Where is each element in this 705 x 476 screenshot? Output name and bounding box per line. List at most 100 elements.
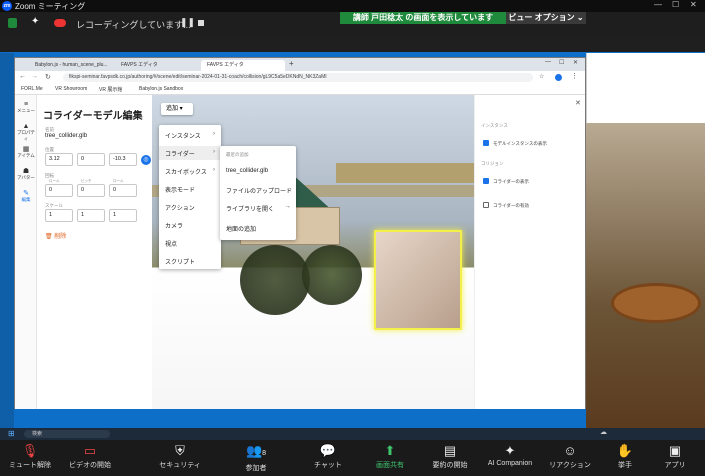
chat-button[interactable]: 💬 チャット [298, 442, 358, 470]
start-summary-button[interactable]: ▤ 要約の開始 [420, 442, 480, 470]
show-collider-checkbox[interactable] [483, 178, 489, 184]
add-label: 追加 [166, 106, 179, 112]
menu-item-action[interactable]: アクション [165, 203, 195, 212]
rotation-z-field[interactable]: 0 [109, 184, 137, 197]
weather-icon: ☁ [600, 429, 607, 436]
add-ground-item[interactable]: 地面の追加 [226, 224, 256, 233]
zoom-control-bar: 🎙 ミュート解除 ▭ ビデオの開始 ⛨ セキュリティ 👥8 参加者 💬 チャット ⬆ 画面共… [0, 440, 705, 476]
windows-start-icon[interactable]: ⊞ [8, 429, 15, 438]
menu-item-display-mode[interactable]: 表示モード [165, 185, 195, 194]
edit-icon: ✎ [23, 190, 29, 197]
close-icon[interactable]: ✕ [690, 0, 697, 9]
minimize-icon[interactable]: — [654, 0, 662, 9]
sparkle-icon[interactable]: ✦ [31, 16, 39, 27]
meeting-info-bar: ✦ レコーディングしています... ❚❚ 講師 戸田稔太 の画面を表示しています… [0, 12, 705, 38]
browser-menu-icon[interactable]: ⋮ [571, 72, 578, 80]
zoom-logo-icon: zm [2, 1, 12, 11]
reload-icon[interactable]: ↻ [45, 73, 51, 81]
collider-box[interactable] [374, 230, 462, 330]
position-y-field[interactable]: 0 [77, 153, 105, 166]
property-icon: ▲ [22, 123, 30, 130]
stop-icon[interactable] [198, 20, 204, 26]
bookmark-item[interactable]: VR 展示館 [99, 86, 122, 93]
bookmark-item[interactable]: VR Showroom [55, 86, 87, 92]
recent-collider-item[interactable]: tree_collider.glb [226, 168, 268, 174]
menu-item-script[interactable]: スクリプト [165, 257, 195, 266]
chevron-right-icon: › [213, 131, 215, 137]
add-menu: インスタンス › コライダー › スカイボックス › 表示モード アクション カ… [159, 125, 221, 269]
scale-z-field[interactable]: 1 [109, 209, 137, 222]
tab-editor-1[interactable]: FAVPS エディタ [115, 60, 199, 71]
new-tab-button[interactable]: + [289, 59, 294, 68]
view-options-button[interactable]: ビュー オプション ⌄ [506, 12, 586, 24]
tab-editor-2[interactable]: FAVPS エディタ [201, 60, 285, 71]
participants-button[interactable]: 👥8 参加者 [226, 442, 286, 473]
browser-close-icon[interactable]: ✕ [573, 59, 578, 66]
rotation-x-field[interactable]: 0 [45, 184, 73, 197]
apps-icon: ▣ [668, 443, 682, 458]
nav-avatar[interactable]: ☗ アバター [15, 167, 37, 181]
app-title: Zoom ミーティング [15, 2, 86, 11]
apps-button[interactable]: ▣ アプリ [645, 442, 705, 470]
menu-item-skybox[interactable]: スカイボックス [165, 167, 207, 176]
collision-header: コリジョン [481, 161, 504, 166]
scale-y-field[interactable]: 1 [77, 209, 105, 222]
position-x-field[interactable]: 3.12 [45, 153, 73, 166]
security-button[interactable]: ⛨ セキュリティ [150, 442, 210, 470]
left-nav: ≡ メニュー ▲ プロパティ ▦ アイテム ☗ アバター ✎ 編集 [15, 95, 37, 409]
add-button[interactable]: 追加 ▾ [161, 103, 193, 115]
upload-file-item[interactable]: ファイルのアップロード [226, 186, 292, 195]
rotation-y-field[interactable]: 0 [77, 184, 105, 197]
unmute-button[interactable]: 🎙 ミュート解除 [0, 442, 60, 470]
record-icon [54, 19, 66, 27]
menu-item-viewpoint[interactable]: 視点 [165, 239, 177, 248]
panel-title: コライダーモデル編集 [43, 111, 143, 122]
share-screen-button[interactable]: ⬆ 画面共有 [360, 442, 420, 470]
taskbar-search[interactable]: 検索 [24, 430, 110, 438]
tab-babylon[interactable]: Babylon.js - human_scene_plu... [29, 60, 113, 71]
menu-item-collider[interactable]: コライダー [165, 149, 195, 158]
nav-edit[interactable]: ✎ 編集 [15, 189, 37, 203]
back-icon[interactable]: ← [19, 73, 26, 80]
summary-icon: ▤ [443, 443, 457, 458]
nav-item[interactable]: ▦ アイテム [15, 145, 37, 159]
recording-status: レコーディングしています... [76, 20, 191, 30]
video-off-icon: ▭ [83, 443, 97, 458]
windows-taskbar: ⊞ 検索 ☁ [0, 428, 705, 440]
chat-icon: 💬 [319, 443, 337, 458]
profile-avatar[interactable] [555, 74, 562, 81]
share-icon: ⬆ [384, 443, 396, 458]
locate-icon[interactable]: ◎ [141, 155, 151, 165]
ai-companion-button[interactable]: ✦ AI Companion [480, 442, 540, 467]
delete-button[interactable]: 🗑 削除 [45, 231, 66, 240]
shield-check-icon[interactable] [8, 18, 17, 28]
menu-item-instance[interactable]: インスタンス [165, 131, 201, 140]
bookmark-item[interactable]: FORL.Me [21, 86, 43, 92]
menu-item-camera[interactable]: カメラ [165, 221, 183, 230]
visibility-panel: ✕ インスタンス モデルインスタンスの表示 コリジョン コライダーの表示 コライ… [474, 95, 585, 409]
start-video-button[interactable]: ▭ ビデオの開始 [60, 442, 120, 470]
maximize-icon[interactable]: ☐ [672, 0, 679, 9]
reaction-button[interactable]: ☺ リアクション [540, 442, 600, 470]
show-model-checkbox[interactable] [483, 140, 489, 146]
forward-icon[interactable]: → [31, 73, 38, 80]
chevron-right-icon: › [213, 149, 215, 155]
collider-enabled-checkbox[interactable] [483, 202, 489, 208]
scale-x-field[interactable]: 1 [45, 209, 73, 222]
panel-close-icon[interactable]: ✕ [575, 99, 581, 107]
position-z-field[interactable]: -10.3 [109, 153, 137, 166]
tab-strip: Babylon.js - human_scene_plu... FAVPS エデ… [15, 58, 585, 71]
item-icon: ▦ [22, 146, 30, 153]
share-banner: 講師 戸田稔太 の画面を表示しています [340, 12, 506, 24]
browser-minimize-icon[interactable]: — [545, 59, 551, 65]
bookmark-star-icon[interactable]: ☆ [539, 73, 544, 80]
mic-off-icon: 🎙 [21, 443, 39, 458]
pause-icon[interactable]: ❚❚ [180, 17, 195, 28]
menu-icon: ≡ [23, 101, 29, 108]
open-library-item[interactable]: ライブラリを開く [226, 204, 274, 213]
nav-menu[interactable]: ≡ メニュー [15, 101, 37, 114]
bookmark-item[interactable]: Babylon.js Sandbox [139, 86, 183, 92]
browser-maximize-icon[interactable]: ☐ [559, 59, 564, 66]
nav-property[interactable]: ▲ プロパティ [15, 123, 37, 142]
url-input[interactable]: fikspi-seminar.favpsdk.co.jp/authoring/#… [63, 73, 533, 82]
